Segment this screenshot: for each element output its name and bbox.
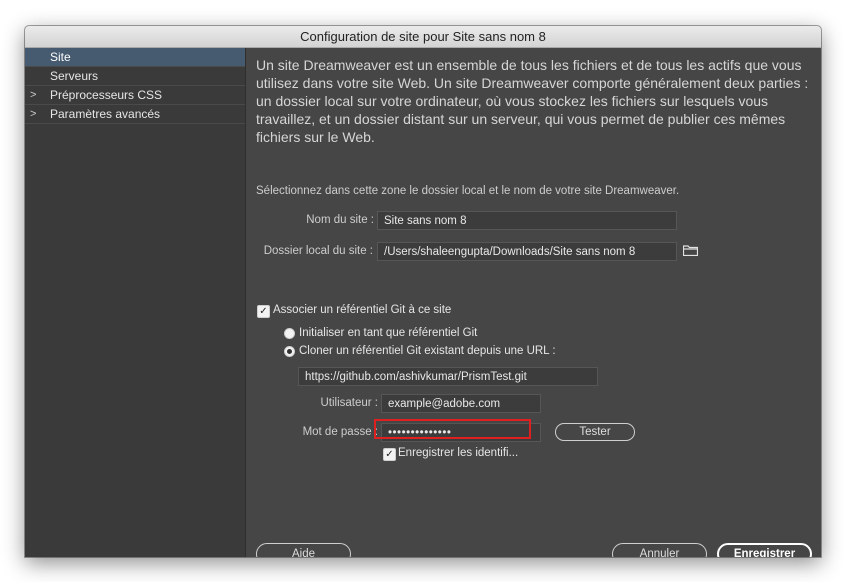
sidebar-item-css-preprocessors[interactable]: > Préprocesseurs CSS bbox=[25, 86, 245, 105]
sidebar-item-advanced-settings[interactable]: > Paramètres avancés bbox=[25, 105, 245, 124]
local-folder-label: Dossier local du site : bbox=[263, 245, 373, 257]
user-input[interactable] bbox=[381, 394, 541, 413]
hint-text: Sélectionnez dans cette zone le dossier … bbox=[256, 185, 680, 197]
clone-git-label: Cloner un référentiel Git existant depui… bbox=[299, 345, 556, 357]
associate-git-label: Associer un référentiel Git à ce site bbox=[273, 304, 452, 316]
intro-text: Un site Dreamweaver est un ensemble de t… bbox=[256, 57, 809, 145]
sidebar: Site Serveurs > Préprocesseurs CSS > Par… bbox=[25, 48, 246, 557]
highlight-frame bbox=[374, 419, 531, 439]
init-git-label: Initialiser en tant que référentiel Git bbox=[299, 327, 478, 339]
site-setup-dialog: Configuration de site pour Site sans nom… bbox=[25, 26, 821, 557]
sidebar-item-site[interactable]: Site bbox=[25, 48, 245, 67]
chevron-right-icon[interactable]: > bbox=[30, 105, 36, 123]
dialog-title: Configuration de site pour Site sans nom… bbox=[25, 26, 821, 48]
sidebar-item-label: Serveurs bbox=[50, 69, 99, 83]
site-panel: Un site Dreamweaver est un ensemble de t… bbox=[246, 48, 821, 557]
chevron-right-icon[interactable]: > bbox=[30, 86, 36, 104]
password-label: Mot de passe : bbox=[302, 426, 378, 438]
save-credentials-checkbox[interactable]: ✓ bbox=[383, 448, 396, 461]
init-git-radio[interactable] bbox=[284, 328, 295, 339]
sidebar-item-servers[interactable]: Serveurs bbox=[25, 67, 245, 86]
site-name-input[interactable] bbox=[377, 211, 677, 230]
help-button[interactable]: Aide bbox=[256, 543, 351, 557]
cancel-button[interactable]: Annuler bbox=[612, 543, 707, 557]
user-label: Utilisateur : bbox=[320, 397, 378, 409]
clone-git-radio[interactable] bbox=[284, 346, 295, 357]
test-button[interactable]: Tester bbox=[555, 423, 635, 441]
save-credentials-label: Enregistrer les identifi... bbox=[398, 447, 519, 459]
sidebar-item-label: Site bbox=[50, 50, 71, 64]
sidebar-item-label: Préprocesseurs CSS bbox=[50, 88, 163, 102]
sidebar-item-label: Paramètres avancés bbox=[50, 107, 161, 121]
site-name-label: Nom du site : bbox=[306, 214, 374, 226]
save-button[interactable]: Enregistrer bbox=[717, 543, 812, 557]
associate-git-checkbox[interactable]: ✓ bbox=[257, 305, 270, 318]
local-folder-input[interactable] bbox=[377, 242, 677, 261]
git-url-input[interactable] bbox=[298, 367, 598, 386]
folder-icon[interactable] bbox=[683, 245, 698, 256]
